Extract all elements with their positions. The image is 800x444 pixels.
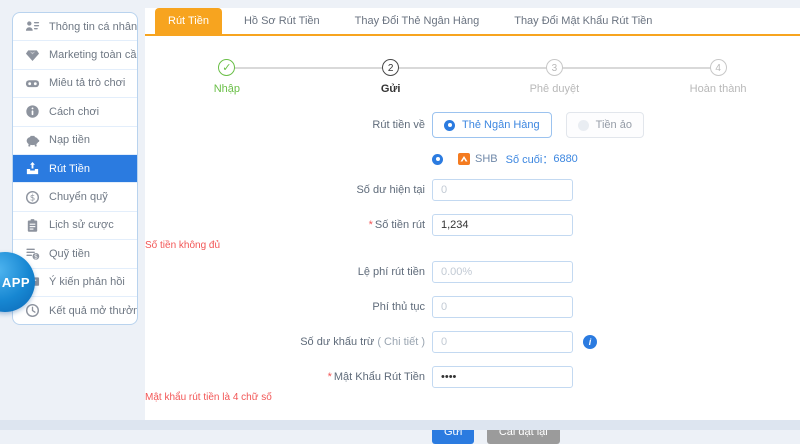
sidebar-item-lottery-results[interactable]: Kết quả mở thưởng — [13, 297, 137, 324]
sidebar-item-personal-info[interactable]: Thông tin cá nhân — [13, 13, 137, 41]
tab-change-bank-card[interactable]: Thay Đổi Thẻ Ngân Hàng — [342, 8, 493, 34]
amount-error: Số tiền không đủ — [145, 240, 800, 251]
step-send: 2 Gửi — [309, 59, 473, 95]
sidebar-item-label: Rút Tiền — [49, 163, 90, 175]
sidebar-item-bet-history[interactable]: Lịch sử cược — [13, 212, 137, 240]
money-list-icon: $ — [25, 246, 40, 261]
withdraw-form: Rút tiền về Thẻ Ngân Hàng Tiền ảo SHB Số… — [145, 112, 800, 444]
sidebar-item-withdraw[interactable]: Rút Tiền — [13, 155, 137, 183]
radio-selected-icon — [444, 120, 455, 131]
gem-icon — [25, 48, 40, 63]
processing-fee-row: Phí thủ tục — [145, 296, 800, 318]
check-icon: ✓ — [218, 59, 235, 76]
shb-bank-logo-icon — [458, 153, 470, 165]
sidebar-item-label: Marketing toàn cầu — [49, 49, 138, 61]
password-row: *Mật Khẩu Rút Tiền — [145, 366, 800, 388]
progress-stepper: ✓ Nhập 2 Gửi 3 Phê duyệt 4 Hoàn thành — [145, 59, 800, 95]
processing-fee-label: Phí thủ tục — [145, 301, 432, 313]
piggy-bank-icon — [25, 133, 40, 148]
step-label: Gửi — [309, 83, 473, 95]
processing-fee-input[interactable] — [432, 296, 573, 318]
current-balance-input[interactable] — [432, 179, 573, 201]
withdraw-to-label: Rút tiền về — [145, 119, 432, 131]
sidebar-item-game-description[interactable]: Miêu tả trò chơi — [13, 70, 137, 98]
amount-input[interactable] — [432, 214, 573, 236]
tab-withdraw[interactable]: Rút Tiền — [155, 8, 222, 34]
deduction-row: Số dư khấu trừ ( Chi tiết ) i — [145, 331, 800, 353]
withdraw-to-row: Rút tiền về Thẻ Ngân Hàng Tiền ảo — [145, 112, 800, 138]
bank-last-digits: 6880 — [553, 153, 577, 165]
step-complete: 4 Hoàn thành — [636, 59, 800, 95]
step-label: Phê duyệt — [473, 83, 637, 95]
sidebar-item-label: Thông tin cá nhân — [49, 21, 137, 33]
sidebar-item-label: Cách chơi — [49, 106, 99, 118]
password-hint: Mật khẩu rút tiền là 4 chữ số — [145, 392, 800, 403]
info-icon[interactable]: i — [583, 335, 597, 349]
step-input: ✓ Nhập — [145, 59, 309, 95]
current-balance-label: Số dư hiện tại — [145, 184, 432, 196]
fee-input[interactable] — [432, 261, 573, 283]
info-circle-icon — [25, 104, 40, 119]
sidebar-item-label: Miêu tả trò chơi — [49, 77, 125, 89]
bank-card-row[interactable]: SHB Số cuối： 6880 — [432, 151, 800, 167]
radio-unselected-icon — [578, 120, 589, 131]
svg-text:$: $ — [34, 254, 38, 261]
sidebar-item-how-to-play[interactable]: Cách chơi — [13, 98, 137, 126]
clock-icon — [25, 303, 40, 318]
withdraw-icon — [25, 161, 40, 176]
sidebar-item-label: Ý kiến phản hồi — [49, 276, 125, 288]
password-label: *Mật Khẩu Rút Tiền — [145, 371, 432, 383]
step-number: 4 — [710, 59, 727, 76]
step-number: 2 — [382, 59, 399, 76]
dollar-circle-icon: $ — [25, 190, 40, 205]
step-number: 3 — [546, 59, 563, 76]
sidebar-item-label: Nạp tiền — [49, 134, 90, 146]
fee-label: Lệ phí rút tiền — [145, 266, 432, 278]
app-bubble-label: APP — [2, 275, 30, 290]
deduction-detail-link[interactable]: ( Chi tiết ) — [377, 336, 425, 348]
page-bottom-strip — [0, 420, 800, 430]
svg-text:$: $ — [30, 192, 35, 202]
main-content: Rút Tiền Hồ Sơ Rút Tiền Thay Đổi Thẻ Ngâ… — [145, 8, 800, 420]
sidebar-item-marketing[interactable]: Marketing toàn cầu — [13, 41, 137, 69]
gamepad-icon — [25, 76, 40, 91]
withdraw-tabbar: Rút Tiền Hồ Sơ Rút Tiền Thay Đổi Thẻ Ngâ… — [145, 8, 800, 36]
sidebar-item-label: Chuyển quỹ — [49, 191, 108, 203]
person-card-icon — [25, 19, 40, 34]
sidebar-item-money-fund[interactable]: $ Quỹ tiền — [13, 240, 137, 268]
required-asterisk: * — [369, 219, 373, 231]
option-virtual-currency[interactable]: Tiền ảo — [566, 112, 644, 138]
step-label: Nhập — [145, 83, 309, 95]
step-approve: 3 Phê duyệt — [473, 59, 637, 95]
deduction-input[interactable] — [432, 331, 573, 353]
radio-selected-icon — [432, 154, 443, 165]
current-balance-row: Số dư hiện tại — [145, 179, 800, 201]
sidebar-item-deposit[interactable]: Nạp tiền — [13, 127, 137, 155]
tab-withdraw-records[interactable]: Hồ Sơ Rút Tiền — [231, 8, 333, 34]
tab-change-withdraw-password[interactable]: Thay Đổi Mật Khẩu Rút Tiền — [501, 8, 665, 34]
bank-last-digits-label: Số cuối： — [506, 151, 554, 167]
amount-row: *Số tiền rút — [145, 214, 800, 236]
sidebar-item-label: Lịch sử cược — [49, 219, 114, 231]
bank-name: SHB — [475, 153, 498, 165]
option-bank-card[interactable]: Thẻ Ngân Hàng — [432, 112, 552, 138]
sidebar-item-label: Kết quả mở thưởng — [49, 305, 138, 317]
sidebar-item-label: Quỹ tiền — [49, 248, 90, 260]
amount-label: *Số tiền rút — [145, 219, 432, 231]
required-asterisk: * — [328, 371, 332, 383]
deduction-label: Số dư khấu trừ ( Chi tiết ) — [145, 336, 432, 348]
step-label: Hoàn thành — [636, 83, 800, 95]
fee-row: Lệ phí rút tiền — [145, 261, 800, 283]
clipboard-icon — [25, 218, 40, 233]
withdraw-password-input[interactable] — [432, 366, 573, 388]
sidebar-item-transfer-funds[interactable]: $ Chuyển quỹ — [13, 183, 137, 211]
